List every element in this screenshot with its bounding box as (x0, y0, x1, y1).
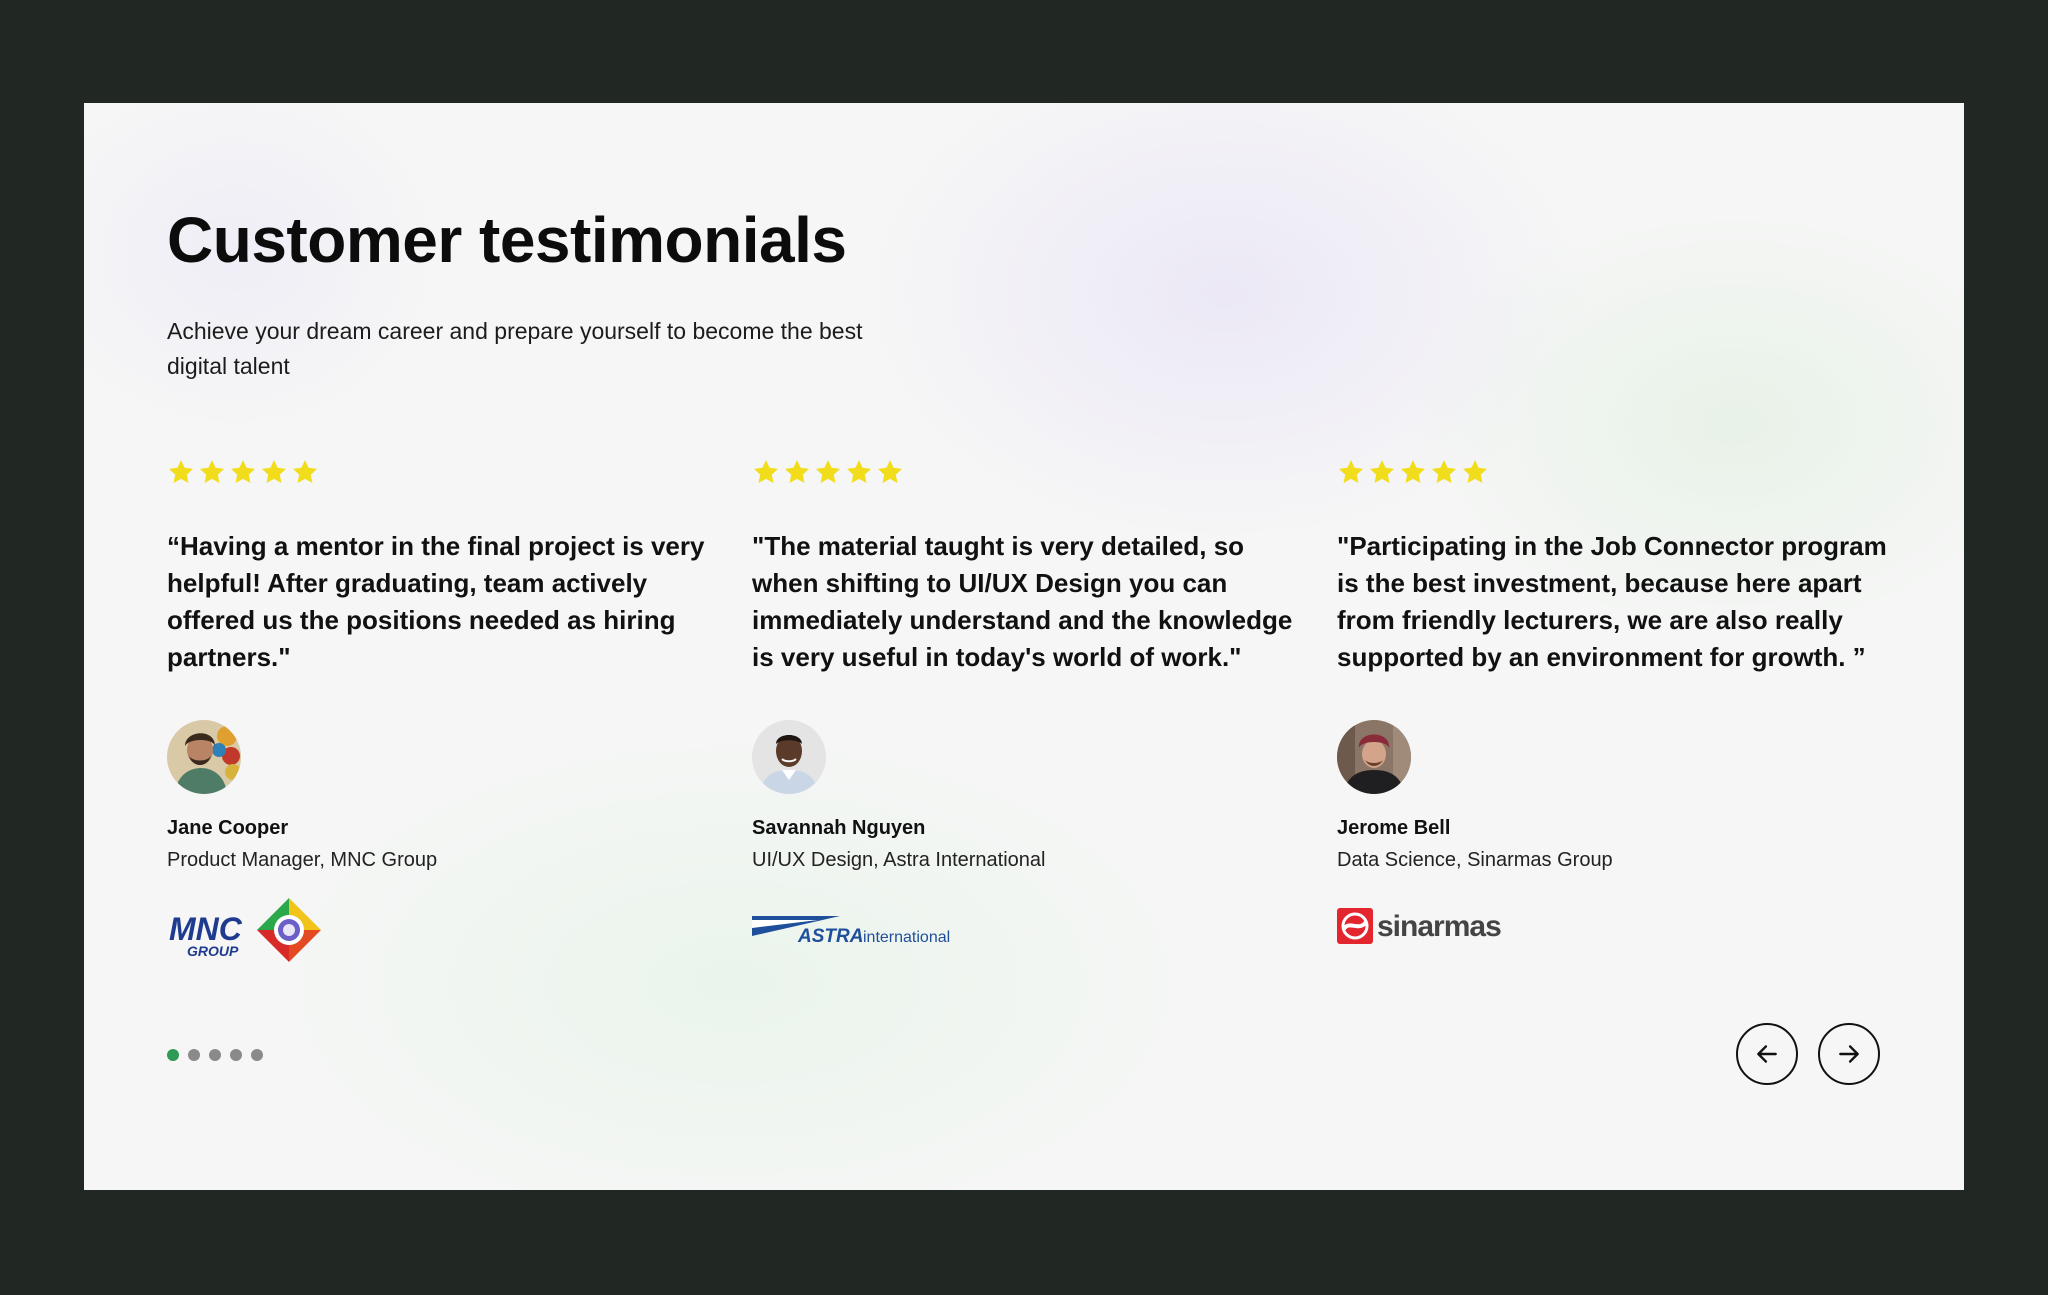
avatar (1337, 720, 1411, 794)
pagination-dot[interactable] (209, 1049, 221, 1061)
testimonial-quote: "Participating in the Job Connector prog… (1337, 531, 1887, 672)
svg-text:MNC: MNC (169, 911, 243, 947)
reviewer-name: Jerome Bell (1337, 817, 1451, 839)
pagination-dot[interactable] (251, 1049, 263, 1061)
testimonial-card: "The material taught is very detailed, s… (752, 458, 1312, 676)
svg-text:GROUP: GROUP (187, 943, 239, 959)
pagination-dot[interactable] (230, 1049, 242, 1061)
arrow-right-icon (1839, 1045, 1859, 1063)
star-icon (199, 460, 225, 483)
avatar (752, 720, 826, 794)
svg-text:ASTRA: ASTRA (797, 926, 863, 947)
svg-text:international: international (863, 929, 950, 946)
reviewer-name: Savannah Nguyen (752, 817, 926, 839)
next-button[interactable] (1818, 1023, 1880, 1085)
testimonial-quote: “Having a mentor in the final project is… (167, 531, 705, 672)
section-title: Customer testimonials (167, 204, 847, 276)
arrow-left-icon (1757, 1045, 1777, 1063)
star-icon (1400, 460, 1426, 483)
star-icon (261, 460, 287, 483)
previous-button[interactable] (1736, 1023, 1798, 1085)
testimonial-card: “Having a mentor in the final project is… (167, 458, 727, 676)
star-icon (846, 460, 872, 483)
reviewer-role: Product Manager, MNC Group (167, 849, 438, 871)
star-rating (1337, 458, 1897, 490)
reviewer-role: UI/UX Design, Astra International (752, 849, 1046, 871)
svg-text:sinarmas: sinarmas (1377, 910, 1501, 943)
star-icon (292, 460, 318, 483)
star-icon (230, 460, 256, 483)
carousel-pagination (167, 1049, 263, 1061)
star-icon (168, 460, 194, 483)
star-icon (1338, 460, 1364, 483)
star-icon (1462, 460, 1488, 483)
star-rating (167, 458, 727, 490)
avatar (167, 720, 241, 794)
star-icon (1369, 460, 1395, 483)
reviewer-name: Jane Cooper (167, 817, 289, 839)
star-icon (753, 460, 779, 483)
reviewer-role: Data Science, Sinarmas Group (1337, 849, 1613, 871)
pagination-dot[interactable] (188, 1049, 200, 1061)
star-rating (752, 458, 1312, 490)
section-subtitle: Achieve your dream career and prepare yo… (167, 318, 863, 379)
star-icon (1431, 460, 1457, 483)
star-icon (877, 460, 903, 483)
star-icon (815, 460, 841, 483)
testimonials-section: Customer testimonials Achieve your dream… (84, 103, 1964, 1190)
star-icon (784, 460, 810, 483)
mnc-group-logo: MNC GROUP (167, 898, 327, 969)
testimonial-card: "Participating in the Job Connector prog… (1337, 458, 1897, 676)
astra-international-logo: ASTRA international (752, 898, 952, 953)
pagination-dot-active[interactable] (167, 1049, 179, 1061)
testimonial-quote: "The material taught is very detailed, s… (752, 531, 1293, 672)
sinarmas-logo: sinarmas (1337, 898, 1517, 953)
